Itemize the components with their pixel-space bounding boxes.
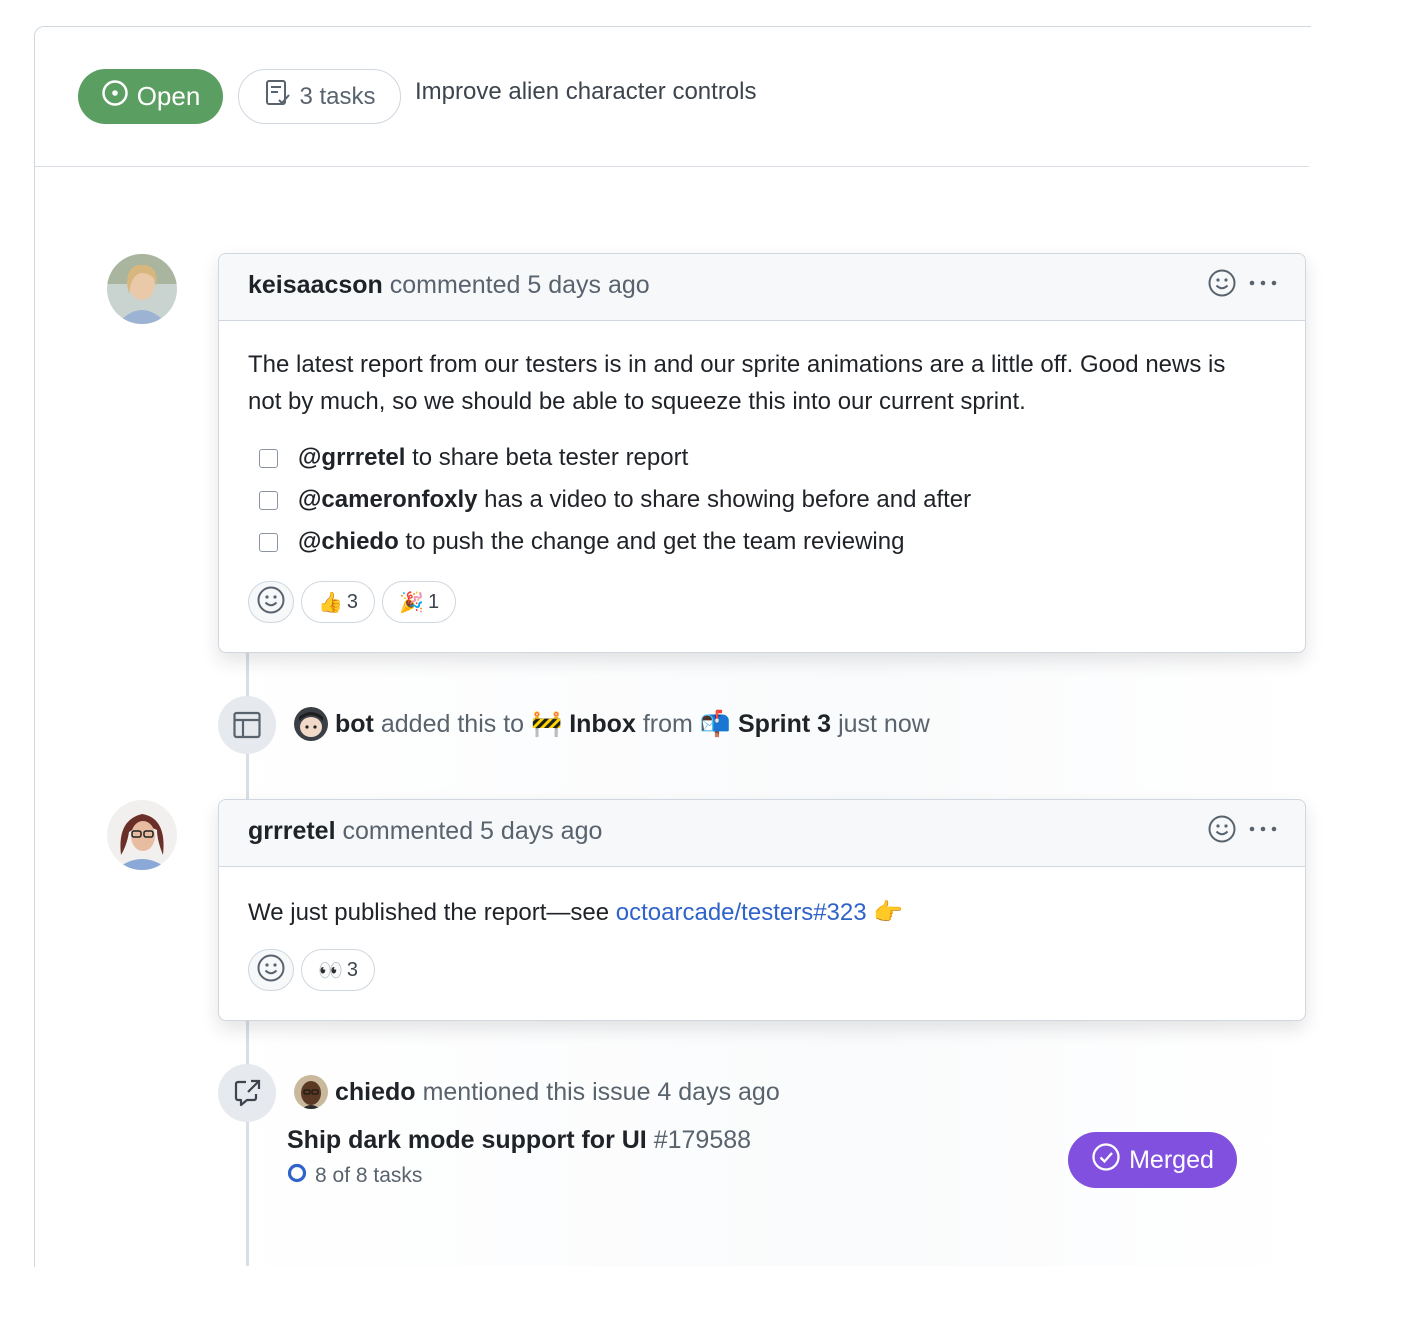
comment-timestamp: commented 5 days ago xyxy=(389,271,650,299)
task-text: to share beta tester report xyxy=(412,444,689,471)
tada-icon: 🎉 xyxy=(399,591,424,614)
reaction-tada[interactable]: 🎉 1 xyxy=(382,581,457,623)
reaction-count: 1 xyxy=(427,590,440,613)
tasks-count-button[interactable]: 3 tasks xyxy=(238,69,401,124)
pr-tasks-label: 8 of 8 tasks xyxy=(315,1164,423,1187)
reaction-count: 3 xyxy=(346,958,359,981)
pr-reference[interactable]: Ship dark mode support for UI #179588 xyxy=(287,1126,751,1155)
add-reaction-button[interactable] xyxy=(248,949,294,991)
mention-event: chiedo mentioned this issue 4 days ago xyxy=(294,1075,780,1109)
smiley-icon xyxy=(256,953,286,988)
comment-card: keisaacson commented 5 days ago The late… xyxy=(218,253,1306,653)
task-item: @cameronfoxly has a video to share showi… xyxy=(248,479,971,521)
issue-open-icon xyxy=(101,79,129,114)
comment-author[interactable]: grrretel xyxy=(248,817,336,845)
issue-header: Open 3 tasks Improve alien character con… xyxy=(34,26,1309,167)
event-action: added this to xyxy=(380,709,525,738)
thumbs-up-icon: 👍 xyxy=(318,591,343,614)
user-mention[interactable]: @chiedo xyxy=(298,528,399,555)
comment-body: We just published the report—see octoarc… xyxy=(248,894,903,931)
bot-avatar[interactable] xyxy=(294,707,328,741)
user-mention[interactable]: @grrretel xyxy=(298,444,405,471)
task-item: @chiedo to push the change and get the t… xyxy=(248,521,971,563)
eyes-icon: 👀 xyxy=(318,959,343,982)
project-event-icon xyxy=(218,696,276,754)
comment-body-text: We just published the report—see xyxy=(248,899,610,926)
state-label: Open xyxy=(136,81,201,111)
event-actor[interactable]: bot xyxy=(335,710,374,739)
event-from: from xyxy=(642,709,693,738)
add-reaction-button[interactable] xyxy=(248,581,294,623)
comment-body: The latest report from our testers is in… xyxy=(248,351,1226,415)
tasks-label: 3 tasks xyxy=(299,82,376,110)
cross-reference-event-icon xyxy=(218,1064,276,1122)
smiley-icon xyxy=(256,585,286,620)
comment-timestamp: commented 5 days ago xyxy=(342,817,603,845)
pr-title[interactable]: Ship dark mode support for UI xyxy=(287,1126,647,1154)
kebab-menu-icon[interactable] xyxy=(1247,268,1279,303)
issue-title: Improve alien character controls xyxy=(415,78,757,105)
pr-task-progress: 8 of 8 tasks xyxy=(287,1163,422,1189)
comment-card: grrretel commented 5 days ago We just pu… xyxy=(218,799,1306,1021)
comment-header: grrretel commented 5 days ago xyxy=(219,800,1305,867)
task-checkbox[interactable] xyxy=(259,532,278,552)
task-checkbox[interactable] xyxy=(259,490,278,510)
pr-number[interactable]: #179588 xyxy=(654,1126,751,1154)
chiedo-avatar[interactable] xyxy=(294,1075,328,1109)
smiley-icon[interactable] xyxy=(1207,268,1237,303)
progress-ring-icon xyxy=(287,1163,307,1189)
project-column-inbox[interactable]: Inbox xyxy=(569,710,636,739)
avatar-grrretel[interactable] xyxy=(107,800,177,870)
reactions-bar: 👀 3 xyxy=(248,949,376,991)
pointing-right-icon: 👉 xyxy=(873,899,904,926)
issue-link[interactable]: octoarcade/testers#323 xyxy=(616,899,867,926)
check-circle-icon xyxy=(1091,1142,1121,1179)
event-action: mentioned this issue 4 days ago xyxy=(422,1077,780,1106)
comment-author[interactable]: keisaacson xyxy=(248,271,383,299)
task-item: @grrretel to share beta tester report xyxy=(248,437,971,479)
reaction-count: 3 xyxy=(346,590,359,613)
user-mention[interactable]: @cameronfoxly xyxy=(298,486,477,513)
checklist-icon xyxy=(263,78,293,115)
task-text: to push the change and get the team revi… xyxy=(405,528,905,555)
construction-icon: 🚧 xyxy=(531,709,563,738)
reactions-bar: 👍 3 🎉 1 xyxy=(248,581,457,623)
reaction-thumbs-up[interactable]: 👍 3 xyxy=(301,581,376,623)
avatar-keisaacson[interactable] xyxy=(107,254,177,324)
project-event: bot added this to 🚧 Inbox from 📬 Sprint … xyxy=(294,707,930,741)
merged-label: Merged xyxy=(1129,1145,1214,1174)
mailbox-icon: 📬 xyxy=(699,709,731,738)
event-actor[interactable]: chiedo xyxy=(335,1078,416,1107)
reaction-eyes[interactable]: 👀 3 xyxy=(301,949,376,991)
project-column-sprint[interactable]: Sprint 3 xyxy=(738,710,831,739)
open-state-badge: Open xyxy=(78,69,223,124)
task-text: has a video to share showing before and … xyxy=(484,486,972,513)
kebab-menu-icon[interactable] xyxy=(1247,814,1279,849)
smiley-icon[interactable] xyxy=(1207,814,1237,849)
task-list: @grrretel to share beta tester report @c… xyxy=(248,437,971,563)
comment-header: keisaacson commented 5 days ago xyxy=(219,254,1305,321)
merged-state-badge: Merged xyxy=(1068,1132,1237,1188)
event-time: just now xyxy=(838,709,930,738)
task-checkbox[interactable] xyxy=(259,448,278,468)
